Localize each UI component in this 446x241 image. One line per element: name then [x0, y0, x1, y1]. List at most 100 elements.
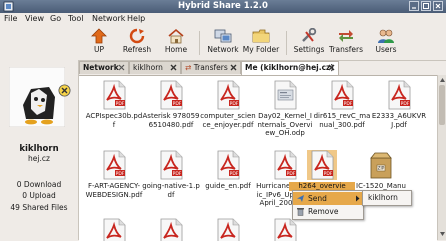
svg-text:PDF: PDF	[230, 101, 239, 107]
file-item[interactable]: PDF going-native-1.pdf	[142, 150, 200, 199]
home-button[interactable]: Home	[155, 28, 197, 58]
file-item-partial[interactable]	[85, 218, 143, 241]
toolbar-separator	[199, 31, 200, 55]
file-name: E2333_A6UKVRJ.pdf	[371, 112, 427, 129]
users-icon	[378, 29, 394, 43]
selection-highlight: PDF	[307, 150, 337, 180]
tab-transfers[interactable]: ⇄ Transfers	[181, 61, 241, 74]
file-item-partial[interactable]	[142, 218, 200, 241]
menu-view[interactable]: View	[25, 14, 44, 23]
minimize-button[interactable]	[409, 1, 419, 11]
tab-kiklhorn[interactable]: kiklhorn	[129, 61, 181, 74]
transfers-button[interactable]: Transfers	[325, 28, 367, 58]
download-count: 0 Download	[16, 180, 62, 189]
up-arrow-icon	[91, 28, 107, 44]
sidebar: kiklhorn hej.cz 0 Download 0 Upload 49 S…	[0, 60, 79, 240]
pdf-file-icon: PDF	[160, 80, 183, 110]
up-button[interactable]: UP	[78, 28, 120, 58]
scroll-down-arrow-icon[interactable]	[439, 230, 446, 238]
close-icon	[435, 3, 441, 9]
maximize-icon	[423, 3, 429, 9]
close-icon[interactable]	[118, 64, 125, 71]
pdf-file-icon	[160, 218, 183, 241]
file-item[interactable]: Day02_Kernel_Internals_Overview_OH.odp	[256, 80, 314, 138]
pdf-file-icon: PDF	[311, 150, 334, 180]
pdf-file-icon: PDF	[217, 150, 240, 180]
toolbar: UP Refresh Home Network My Folder Settin…	[0, 26, 446, 61]
upload-count: 0 Upload	[22, 191, 56, 200]
menu-network[interactable]: Network	[92, 14, 125, 23]
users-button[interactable]: Users	[365, 28, 407, 58]
scrollbar-thumb[interactable]	[439, 85, 445, 125]
file-item-selected[interactable]: PDF h264_overvie	[289, 150, 355, 191]
zip-archive-icon: ZIP	[370, 152, 392, 179]
svg-text:PDF: PDF	[324, 171, 333, 177]
tab-network-label: Network	[83, 63, 119, 72]
file-item[interactable]: PDF computer_science_enjoyer.pdf	[199, 80, 257, 129]
svg-text:PDF: PDF	[116, 101, 125, 107]
file-item[interactable]: PDF ACPIspec30b.pdf	[85, 80, 143, 129]
remove-label: Remove	[308, 207, 339, 216]
close-button[interactable]	[433, 1, 443, 11]
file-item[interactable]: PDF E2333_A6UKVRJ.pdf	[370, 80, 428, 129]
file-item-partial[interactable]	[256, 218, 314, 241]
svg-text:PDF: PDF	[116, 171, 125, 177]
pdf-file-icon: PDF	[103, 150, 126, 180]
context-menu-send[interactable]: Send	[293, 192, 363, 205]
pdf-file-icon: PDF	[217, 80, 240, 110]
transfers-icon	[339, 30, 353, 42]
svg-text:PDF: PDF	[230, 171, 239, 177]
minimize-icon	[412, 7, 416, 9]
transfers-label: Transfers	[328, 45, 364, 54]
tab-kiklhorn-label: kiklhorn	[133, 63, 163, 72]
file-name: F-ART-AGENCY-WEBDESIGN.pdf	[85, 182, 143, 199]
context-menu-remove[interactable]: Remove	[293, 205, 363, 218]
file-item[interactable]: PDF F-ART-AGENCY-WEBDESIGN.pdf	[85, 150, 143, 199]
my-folder-label: My Folder	[242, 45, 280, 54]
pdf-file-icon: PDF	[103, 80, 126, 110]
refresh-button[interactable]: Refresh	[116, 28, 158, 58]
tab-bar: Network kiklhorn ⇄ Transfers Me (kiklhor…	[79, 61, 446, 75]
menu-help[interactable]: Help	[127, 14, 145, 23]
file-name: ACPIspec30b.pdf	[85, 112, 143, 129]
vertical-scrollbar[interactable]	[437, 75, 446, 240]
menu-tool[interactable]: Tool	[68, 14, 84, 23]
svg-text:PDF: PDF	[173, 101, 182, 107]
my-folder-button[interactable]: My Folder	[240, 28, 282, 58]
file-name: going-native-1.pdf	[142, 182, 200, 199]
send-submenu[interactable]: kiklhorn	[362, 190, 412, 206]
tab-network[interactable]: Network	[79, 61, 129, 74]
send-label: Send	[308, 194, 327, 203]
network-button[interactable]: Network	[202, 28, 244, 58]
file-item[interactable]: PDF Asterisk 9780596510480.pdf	[142, 80, 200, 129]
file-item-partial[interactable]	[199, 218, 257, 241]
refresh-label: Refresh	[122, 45, 152, 54]
file-name: Asterisk 9780596510480.pdf	[142, 112, 200, 129]
avatar	[9, 67, 65, 127]
file-name: dir615_revC_manual_300.pdf	[313, 112, 371, 129]
submenu-user-kiklhorn[interactable]: kiklhorn	[368, 193, 398, 202]
network-label: Network	[207, 45, 239, 54]
file-item[interactable]: PDF guide_en.pdf	[199, 150, 257, 191]
file-name: computer_science_enjoyer.pdf	[200, 112, 256, 129]
maximize-button[interactable]	[421, 1, 431, 11]
pdf-file-icon	[274, 218, 297, 241]
scroll-up-arrow-icon[interactable]	[439, 76, 446, 84]
window-title: Hybrid Share 1.2.0	[178, 1, 268, 11]
file-item[interactable]: PDF dir615_revC_manual_300.pdf	[313, 80, 371, 129]
close-icon[interactable]	[170, 64, 177, 71]
file-grid: PDF ACPIspec30b.pdf PDF Asterisk 9780596…	[79, 75, 437, 241]
close-icon[interactable]	[328, 64, 335, 71]
away-status-icon	[58, 84, 71, 97]
toolbar-separator	[286, 31, 287, 55]
menu-file[interactable]: File	[4, 14, 17, 23]
file-name: guide_en.pdf	[205, 182, 251, 190]
send-icon	[297, 195, 304, 202]
close-icon[interactable]	[230, 64, 237, 71]
menu-go[interactable]: Go	[50, 14, 61, 23]
file-item[interactable]: ZIP IC-1520_Manu	[351, 150, 411, 191]
settings-button[interactable]: Settings	[288, 28, 330, 58]
pdf-file-icon: PDF	[160, 150, 183, 180]
transfers-tab-icon: ⇄	[185, 63, 192, 72]
tab-me[interactable]: Me (kiklhorn@hej.cz)	[241, 61, 339, 75]
